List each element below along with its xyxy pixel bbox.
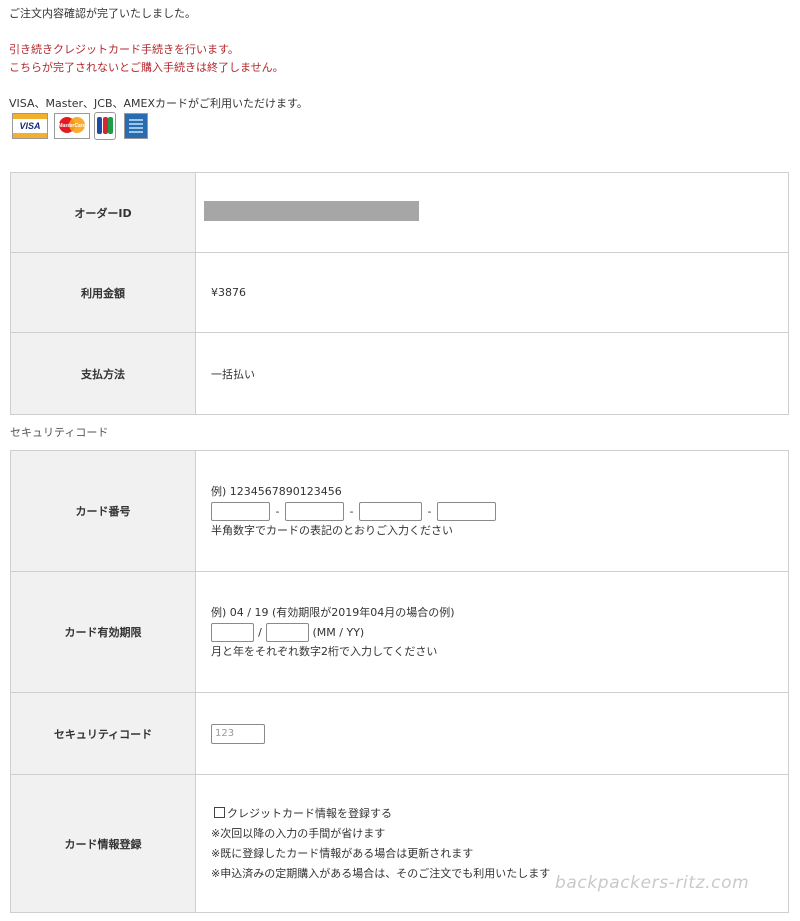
site-watermark: backpackers-ritz.com [555,873,750,893]
amount-label: 利用金額 [10,252,196,333]
register-note-2: ※既に登録したカード情報がある場合は更新されます [211,846,474,860]
card-number-row: カード番号 例) 1234567890123456 - - - 半角数字でカードの表… [10,450,789,572]
continue-notice-line2: こちらが完了されないとご購入手続きは終了しません。 [9,61,284,74]
register-checkbox-row[interactable]: クレジットカード情報を登録する [211,804,788,824]
expiry-row: カード有効期限 例) 04 / 19 (有効期限が2019年04月の場合の例) … [10,571,789,693]
register-note-1: ※次回以降の入力の手間が省けます [211,826,386,840]
visa-logo: VISA [12,113,48,139]
order-complete-message: ご注文内容確認が完了いたしました。 [9,7,196,20]
expiry-slash: / [258,625,262,639]
payment-method-value: 一括払い [195,332,789,415]
order-id-row: オーダーID [10,172,789,253]
order-id-label: オーダーID [10,172,196,253]
card-number-example: 例) 1234567890123456 [211,484,342,498]
expiry-label: カード有効期限 [10,571,196,693]
mastercard-logo: MasterCard [54,113,90,139]
card-number-separator: - [349,504,354,518]
expiry-format: (MM / YY) [312,625,365,639]
continue-notice-line1: 引き続きクレジットカード手続きを行います。 [9,43,239,56]
card-number-input-3[interactable] [359,501,422,521]
security-code-label: セキュリティコード [10,692,196,775]
amex-logo [124,113,148,139]
card-number-separator: - [427,504,432,518]
order-id-value [195,172,789,253]
card-number-hint: 半角数字でカードの表記のとおりご入力ください [211,523,453,537]
expiry-month-input[interactable] [211,622,254,642]
register-checkbox-label[interactable]: クレジットカード情報を登録する [227,807,392,820]
payment-method-row: 支払方法 一括払い [10,332,789,415]
expiry-example: 例) 04 / 19 (有効期限が2019年04月の場合の例) [211,605,455,619]
jcb-logo [94,112,116,140]
card-number-input-2[interactable] [285,501,344,521]
card-number-separator: - [275,504,280,518]
messages-block: ご注文内容確認が完了いたしました。 引き続きクレジットカード手続きを行います。 … [9,5,308,113]
amount-value: ¥3876 [195,252,789,333]
security-code-input[interactable]: 123 [211,723,265,744]
accepted-cards-note: VISA、Master、JCB、AMEXカードがご利用いただけます。 [9,97,308,110]
payment-method-label: 支払方法 [10,332,196,415]
card-number-input-1[interactable] [211,501,270,521]
security-code-row: セキュリティコード 123 [10,692,789,775]
card-number-label: カード番号 [10,450,196,572]
expiry-year-input[interactable] [266,622,309,642]
section-label: セキュリティコード [10,426,109,439]
card-entry-table: カード番号 例) 1234567890123456 - - - 半角数字でカードの表… [10,450,789,913]
card-register-label: カード情報登録 [10,774,196,913]
redacted-order-id [204,201,419,221]
card-number-input-4[interactable] [437,501,496,521]
order-summary-table: オーダーID 利用金額 ¥3876 支払方法 一括払い [10,172,789,415]
register-checkbox[interactable] [214,806,225,818]
amount-row: 利用金額 ¥3876 [10,252,789,333]
expiry-hint: 月と年をそれぞれ数字2桁で入力してください [211,644,438,658]
